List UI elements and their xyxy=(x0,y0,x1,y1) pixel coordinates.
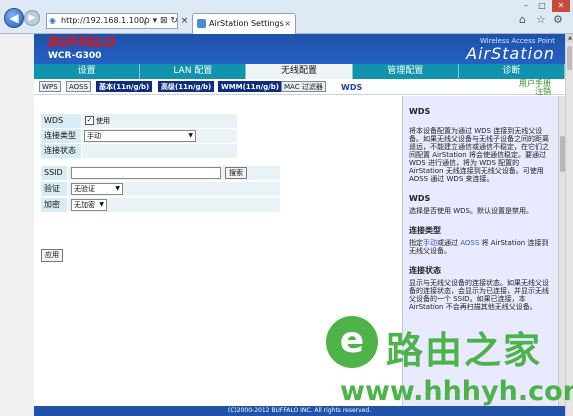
help-wds-title: WDS xyxy=(409,194,431,203)
wds-enable-label: 使用 xyxy=(96,117,110,125)
tab-title: AirStation Settings xyxy=(209,19,284,28)
wds-label: WDS xyxy=(41,114,81,128)
watermark-url: www.hhhyh.com xyxy=(340,376,573,407)
subnav-aoss[interactable]: AOSS xyxy=(66,81,92,92)
page-icon: ◉ xyxy=(49,16,56,25)
forward-icon[interactable]: ▶ xyxy=(24,10,40,26)
maximize-icon[interactable]: □ xyxy=(535,0,549,12)
address-tools[interactable]: ρ ▾ ⊠ ↻ × xyxy=(144,13,188,29)
tab-favicon-icon xyxy=(197,19,206,28)
favorites-icon[interactable]: ☆ xyxy=(536,13,546,27)
page-header: BUFFALO WCR-G300 Wireless Access Point A… xyxy=(34,34,565,64)
tab-setup[interactable]: 设置 xyxy=(34,64,141,79)
help-title: WDS xyxy=(409,107,431,116)
sub-navigation: WPS AOSS 基本(11n/g/b) 高级(11n/g/b) WMM(11n… xyxy=(34,79,565,96)
help-conn-text: 指定手动或通过 AOSS 将 AirStation 连接到无线父设备。 xyxy=(409,239,549,255)
tab-admin[interactable]: 管理配置 xyxy=(352,64,459,79)
watermark-logo-icon: e xyxy=(326,316,378,368)
wds-enable-checkbox[interactable]: ✓ xyxy=(85,116,94,125)
tab-diagnostic[interactable]: 诊断 xyxy=(458,64,565,79)
tab-close-icon[interactable]: × xyxy=(284,14,291,33)
conn-type-label: 连接类型 xyxy=(41,129,81,143)
auth-label: 验证 xyxy=(41,182,67,196)
conn-status-label: 连接状态 xyxy=(41,144,81,158)
chevron-down-icon: ▼ xyxy=(99,201,104,208)
back-icon[interactable]: ◀ xyxy=(4,8,24,28)
apply-button[interactable]: 应用 xyxy=(41,249,63,262)
browser-tab[interactable]: AirStation Settings × xyxy=(192,13,296,34)
help-intro: 将本设备配置为通过 WDS 连接到无线父设备。如果无线父设备与无线子设备之间的距… xyxy=(409,127,549,183)
chevron-down-icon: ▼ xyxy=(188,132,193,139)
help-conn-title: 连接类型 xyxy=(409,226,441,235)
site-watermark: e 路由之家 www.hhhyh.com xyxy=(326,316,573,416)
auth-select[interactable]: 无验证 ▼ xyxy=(71,183,123,195)
address-text: http://192.168.1.100/ xyxy=(61,16,147,25)
search-button[interactable]: 搜索 xyxy=(225,167,247,179)
chevron-down-icon: ▼ xyxy=(115,185,120,192)
subnav-basic[interactable]: 基本(11n/g/b) xyxy=(96,81,153,92)
encrypt-select[interactable]: 无加密 ▼ xyxy=(71,199,107,211)
subnav-wmm[interactable]: WMM(11n/g/b) xyxy=(218,81,282,92)
watermark-name: 路由之家 xyxy=(386,329,542,372)
help-status-text: 显示与无线父设备的连接状态。如果无线父设备的连接状态，会显示为已连接，并显示无线… xyxy=(409,279,549,311)
help-aoss-link[interactable]: AOSS xyxy=(460,239,479,247)
help-status-title: 连接状态 xyxy=(409,266,441,275)
subnav-advanced[interactable]: 高级(11n/g/b) xyxy=(158,81,215,92)
encrypt-label: 加密 xyxy=(41,198,67,212)
buffalo-logo: BUFFALO xyxy=(48,35,116,51)
home-icon[interactable]: ⌂ xyxy=(519,13,526,27)
scroll-up-icon[interactable]: ▲ xyxy=(566,34,573,43)
ssid-input[interactable] xyxy=(71,167,221,179)
subnav-mac-filter[interactable]: MAC 过滤器 xyxy=(281,81,326,92)
tab-wireless[interactable]: 无线配置 xyxy=(246,64,353,79)
help-manual-link[interactable]: 手动 xyxy=(423,239,437,247)
subnav-current-wds: WDS xyxy=(341,83,363,92)
gear-icon[interactable]: ⚙ xyxy=(553,13,563,27)
airstation-logo: AirStation xyxy=(466,44,555,63)
main-tabs: 设置 LAN 配置 无线配置 管理配置 诊断 xyxy=(34,64,565,79)
subnav-wps[interactable]: WPS xyxy=(39,81,61,92)
window-close-icon[interactable]: ✕ xyxy=(552,0,570,12)
window-scroll-thumb[interactable] xyxy=(567,46,572,70)
browser-toolbar: ◀ ▶ ◉ http://192.168.1.100/ ρ ▾ ⊠ ↻ × Ai… xyxy=(0,0,573,34)
conn-type-select[interactable]: 手动 ▼ xyxy=(84,130,196,142)
help-wds-text: 选择是否使用 WDS。默认设置是禁用。 xyxy=(409,207,533,215)
conn-status-value xyxy=(82,144,237,158)
tab-lan[interactable]: LAN 配置 xyxy=(140,64,247,79)
ssid-label: SSID xyxy=(41,166,67,180)
model-name: WCR-G300 xyxy=(48,51,102,61)
minimize-icon[interactable]: – xyxy=(519,0,533,12)
